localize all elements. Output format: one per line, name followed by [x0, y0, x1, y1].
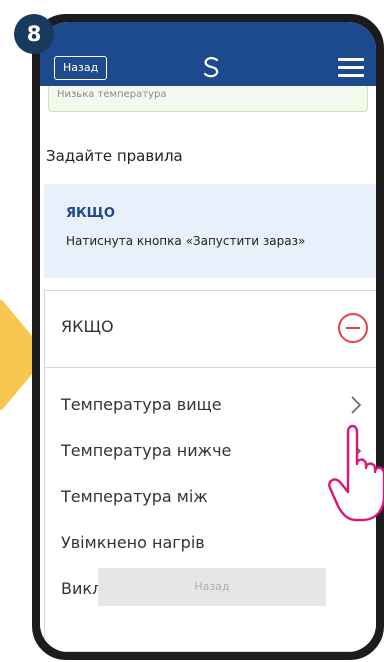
footer-back-button[interactable]: Назад — [98, 568, 326, 606]
if-card-title: ЯКЩО — [66, 206, 115, 221]
step-badge: 8 — [14, 14, 54, 54]
rules-title: Задайте правила — [46, 147, 183, 165]
if-card-description: Натиснута кнопка «Запустити зараз» — [66, 234, 306, 248]
minus-circle-icon[interactable] — [338, 313, 368, 343]
option-label: Температура нижче — [61, 441, 232, 460]
pointing-hand-icon — [328, 424, 384, 522]
header-back-button[interactable]: Назад — [54, 56, 108, 80]
hamburger-menu-icon[interactable] — [338, 58, 364, 78]
salus-logo-icon — [203, 57, 219, 78]
option-heating-on[interactable]: Увімкнено нагрів — [45, 523, 376, 563]
app-header: Назад — [40, 22, 376, 86]
option-label: Увімкнено нагрів — [61, 533, 205, 552]
phone-frame: Назад Низька температура Задайте правила… — [32, 14, 384, 660]
app-screen: Назад Низька температура Задайте правила… — [40, 22, 376, 652]
option-label: Температура вище — [61, 395, 222, 414]
condition-header: ЯКЩО — [45, 291, 376, 368]
option-label: Температура між — [61, 487, 208, 506]
if-card: ЯКЩО Натиснута кнопка «Запустити зараз» — [44, 184, 376, 278]
condition-title: ЯКЩО — [61, 317, 114, 336]
chevron-right-icon — [351, 396, 362, 414]
previous-field-value: Низька температура — [48, 86, 368, 112]
